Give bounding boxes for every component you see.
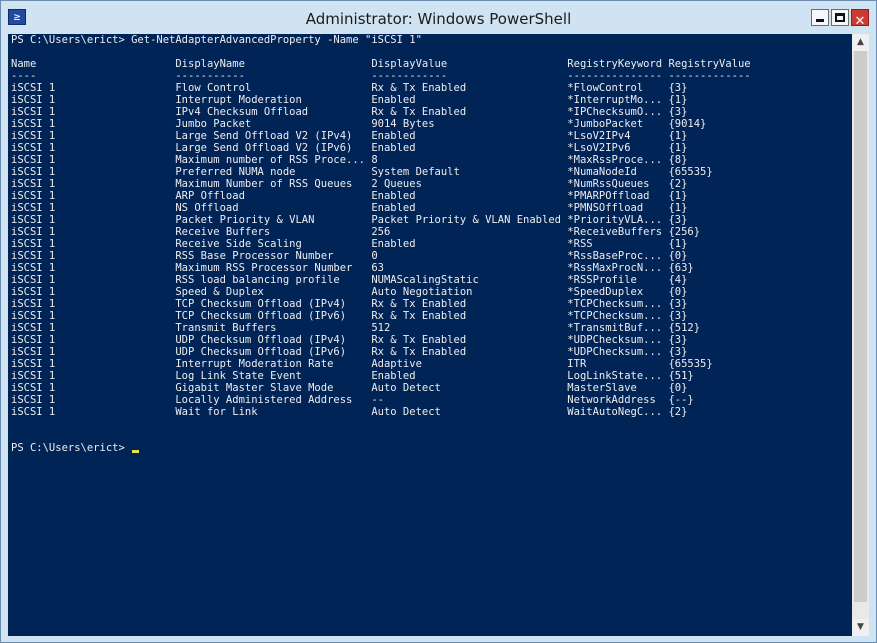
blank-line [8,418,852,430]
table-header-underline: ---- ----------- ------------ ----------… [11,70,751,82]
table-header: Name DisplayName DisplayValue RegistryKe… [11,58,751,70]
table-row: iSCSI 1 Maximum Number of RSS Queues 2 Q… [11,178,688,190]
table-body: iSCSI 1 Flow Control Rx & Tx Enabled *Fl… [8,82,852,418]
table-row: iSCSI 1 Large Send Offload V2 (IPv4) Ena… [11,130,688,142]
title-bar[interactable]: ≥ Administrator: Windows PowerShell ✕ [1,1,876,34]
table-row: iSCSI 1 Transmit Buffers 512 *TransmitBu… [11,322,701,334]
minimize-icon [816,19,824,22]
powershell-window: ≥ Administrator: Windows PowerShell ✕ PS… [0,0,877,643]
table-row: iSCSI 1 Gigabit Master Slave Mode Auto D… [11,382,688,394]
vertical-scrollbar[interactable]: ▲ ▼ [852,34,869,636]
table-row: iSCSI 1 Interrupt Moderation Rate Adapti… [11,358,713,370]
table-row: iSCSI 1 Log Link State Event Enabled Log… [11,370,694,382]
close-icon: ✕ [854,14,866,29]
table-row: iSCSI 1 Preferred NUMA node System Defau… [11,166,713,178]
table-row: iSCSI 1 Interrupt Moderation Enabled *In… [11,94,688,106]
table-row: iSCSI 1 TCP Checksum Offload (IPv6) Rx &… [11,310,688,322]
table-row: iSCSI 1 ARP Offload Enabled *PMARPOffloa… [11,190,688,202]
command-line: PS C:\Users\erict> Get-NetAdapterAdvance… [11,34,422,46]
table-row: iSCSI 1 Jumbo Packet 9014 Bytes *JumboPa… [11,118,707,130]
blank-line [8,430,852,442]
maximize-icon [835,13,845,22]
scrollbar-thumb[interactable] [854,51,867,602]
table-row: iSCSI 1 Receive Buffers 256 *ReceiveBuff… [11,226,701,238]
minimize-button[interactable] [811,9,829,26]
table-row: iSCSI 1 Wait for Link Auto Detect WaitAu… [11,406,688,418]
console-output[interactable]: PS C:\Users\erict> Get-NetAdapterAdvance… [8,34,852,636]
resize-grip[interactable] [852,626,869,636]
table-row: iSCSI 1 Receive Side Scaling Enabled *RS… [11,238,688,250]
blank-line [8,46,852,58]
table-row: iSCSI 1 UDP Checksum Offload (IPv4) Rx &… [11,334,688,346]
text-cursor [132,450,140,453]
maximize-button[interactable] [831,9,849,26]
table-row: iSCSI 1 Flow Control Rx & Tx Enabled *Fl… [11,82,688,94]
table-row: iSCSI 1 NS Offload Enabled *PMNSOffload … [11,202,688,214]
table-row: iSCSI 1 UDP Checksum Offload (IPv6) Rx &… [11,346,688,358]
table-row: iSCSI 1 TCP Checksum Offload (IPv4) Rx &… [11,298,688,310]
table-row: iSCSI 1 Maximum RSS Processor Number 63 … [11,262,694,274]
scroll-up-arrow-icon[interactable]: ▲ [852,34,869,51]
window-title: Administrator: Windows PowerShell [305,10,572,28]
table-row: iSCSI 1 RSS Base Processor Number 0 *Rss… [11,250,688,262]
prompt-text: PS C:\Users\erict> [11,442,132,454]
table-row: iSCSI 1 RSS load balancing profile NUMAS… [11,274,688,286]
close-button[interactable]: ✕ [851,9,869,29]
table-row: iSCSI 1 Packet Priority & VLAN Packet Pr… [11,214,688,226]
table-row: iSCSI 1 Speed & Duplex Auto Negotiation … [11,286,688,298]
table-row: iSCSI 1 Locally Administered Address -- … [11,394,694,406]
table-row: iSCSI 1 IPv4 Checksum Offload Rx & Tx En… [11,106,688,118]
table-row: iSCSI 1 Large Send Offload V2 (IPv6) Ena… [11,142,688,154]
table-row: iSCSI 1 Maximum number of RSS Proce... 8… [11,154,688,166]
prompt-line[interactable]: PS C:\Users\erict> [8,442,852,454]
